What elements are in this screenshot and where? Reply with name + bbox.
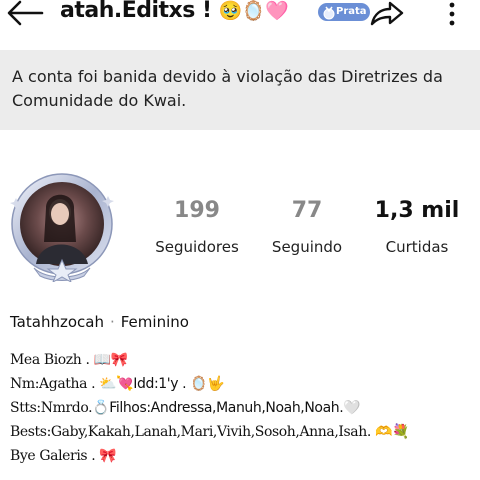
bio-line: Mea Biozh . 📖🎀	[10, 352, 128, 368]
bio-line: Stts:Nmrdo.💍Filhos:Andressa,Manuh,Noah,N…	[10, 400, 361, 416]
likes-count: 1,3 mil	[374, 198, 460, 223]
back-arrow-icon[interactable]	[4, 0, 44, 30]
username-emojis: 🥹🪞🩷	[218, 0, 289, 22]
profile-gender: Feminino	[120, 313, 189, 331]
profile-info-line: Tatahhzocah · Feminino	[10, 313, 189, 331]
bio-line: Bests:Gaby,Kakah,Lanah,Mari,Vivih,Sosoh,…	[10, 424, 410, 440]
profile-username: atah.Editxs ! 🥹🪞🩷	[60, 0, 289, 23]
followers-count[interactable]: 199	[142, 198, 252, 223]
medal-icon	[322, 5, 336, 20]
following-count[interactable]: 77	[252, 198, 362, 223]
share-icon[interactable]	[368, 0, 408, 28]
followers-label[interactable]: Seguidores	[142, 238, 252, 256]
avatar[interactable]	[6, 172, 116, 284]
bio-line: Bye Galeris . 🎀	[10, 448, 117, 464]
separator: ·	[109, 313, 115, 331]
bio-line: Nm:Agatha . ⛅💘Idd:1'y . 🪞🤟	[10, 376, 225, 392]
likes-label: Curtidas	[385, 238, 449, 256]
following-label[interactable]: Seguindo	[252, 238, 362, 256]
ban-notice-text: A conta foi banida devido à violação das…	[12, 67, 443, 110]
more-options-icon[interactable]	[446, 0, 458, 28]
profile-handle: Tatahhzocah	[10, 313, 104, 331]
